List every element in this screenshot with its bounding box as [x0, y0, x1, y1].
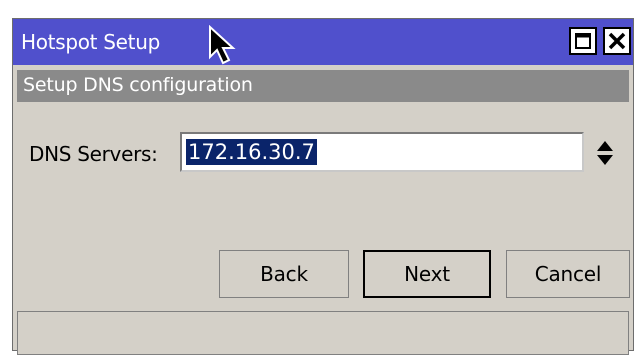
next-button[interactable]: Next — [363, 250, 491, 298]
close-button[interactable] — [603, 27, 631, 55]
mouse-pointer-icon — [209, 25, 236, 65]
maximize-button[interactable] — [569, 27, 597, 55]
cancel-button[interactable]: Cancel — [506, 250, 630, 298]
close-icon — [608, 32, 626, 50]
hotspot-setup-window: Hotspot Setup Setup DNS configuration DN… — [12, 18, 634, 355]
title-bar[interactable]: Hotspot Setup — [13, 19, 633, 65]
section-header: Setup DNS configuration — [17, 70, 629, 102]
dns-servers-input[interactable]: 172.16.30.7 — [180, 132, 584, 172]
dns-servers-label: DNS Servers: — [29, 142, 158, 166]
status-bar — [17, 311, 629, 355]
maximize-icon — [575, 33, 591, 49]
up-down-arrows-icon[interactable] — [594, 137, 616, 169]
back-button[interactable]: Back — [219, 250, 349, 298]
window-title: Hotspot Setup — [21, 30, 160, 54]
dns-servers-value: 172.16.30.7 — [186, 139, 317, 165]
